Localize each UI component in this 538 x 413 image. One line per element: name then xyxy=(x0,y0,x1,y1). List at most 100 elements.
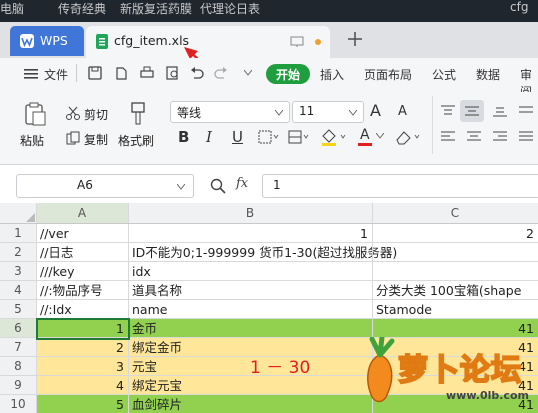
print-preview-icon[interactable] xyxy=(166,66,180,80)
column-header-c[interactable]: C xyxy=(372,203,538,223)
cut-button[interactable]: 剪切 xyxy=(84,106,108,123)
format-painter-icon[interactable] xyxy=(128,102,148,126)
menu-data[interactable]: 数据 xyxy=(476,66,500,83)
copy-button[interactable]: 复制 xyxy=(84,131,108,148)
tab-wps[interactable]: WPS xyxy=(10,26,84,56)
menu-insert[interactable]: 插入 xyxy=(320,66,344,83)
row-header[interactable]: 6 xyxy=(0,319,36,338)
fx-icon[interactable]: fx xyxy=(236,176,248,191)
select-all-icon[interactable] xyxy=(26,213,35,222)
align-middle-icon xyxy=(465,106,479,116)
align-middle-button[interactable] xyxy=(460,100,484,122)
shrink-font-button[interactable]: A xyxy=(398,104,407,119)
font-size-value: 11 xyxy=(299,104,315,118)
align-right-icon[interactable] xyxy=(492,130,508,144)
row-header[interactable]: 10 xyxy=(0,395,36,413)
cell-a[interactable]: ///key xyxy=(40,262,124,281)
cell-a[interactable]: //日志 xyxy=(40,243,124,262)
cell-b[interactable]: 血剑碎片 xyxy=(132,395,368,413)
row-header[interactable]: 1 xyxy=(0,224,36,243)
desktop-text: cfg xyxy=(510,0,529,14)
font-size-select[interactable]: 11 xyxy=(292,101,364,123)
wps-logo-icon xyxy=(20,34,34,48)
menu-start-pill[interactable]: 开始 xyxy=(266,64,310,84)
fill-color-icon[interactable] xyxy=(320,128,348,146)
grow-font-button[interactable]: A xyxy=(370,101,381,120)
table-row: 1//ver 1 2 xyxy=(0,224,538,243)
formula-input[interactable]: 1 xyxy=(262,174,538,198)
row-header[interactable]: 4 xyxy=(0,281,36,300)
annotation-range: 1 － 30 xyxy=(250,358,311,378)
font-color-button[interactable]: A xyxy=(358,127,386,147)
row-header[interactable]: 2 xyxy=(0,243,36,262)
italic-button[interactable]: I xyxy=(206,128,212,146)
chevron-down-icon[interactable] xyxy=(244,70,252,76)
row-header[interactable]: 7 xyxy=(0,338,36,357)
chevron-down-icon xyxy=(275,110,283,116)
name-box-value: A6 xyxy=(77,178,93,192)
align-left-icon[interactable] xyxy=(440,130,456,144)
underline-button[interactable]: U xyxy=(232,128,243,146)
cell-a[interactable]: 2 xyxy=(40,338,124,357)
cell-a[interactable]: 4 xyxy=(40,376,124,395)
eraser-icon[interactable] xyxy=(394,128,422,146)
selected-cell[interactable] xyxy=(36,318,130,340)
column-header-b[interactable]: B xyxy=(128,203,372,223)
menu-formula[interactable]: 公式 xyxy=(432,66,456,83)
align-bottom-icon[interactable] xyxy=(492,104,508,118)
cell-a[interactable]: //:Idx xyxy=(40,300,124,319)
cell-b[interactable]: idx xyxy=(132,262,368,281)
cell-a[interactable]: //:物品序号 xyxy=(40,281,124,300)
new-tab-icon[interactable] xyxy=(346,30,364,48)
row-header[interactable]: 9 xyxy=(0,376,36,395)
cell-c[interactable]: Stamode xyxy=(376,300,534,319)
border-icon[interactable] xyxy=(258,130,280,144)
scissors-icon[interactable] xyxy=(66,106,80,120)
cell-b[interactable]: name xyxy=(132,300,368,319)
font-name-select[interactable]: 等线 xyxy=(170,101,290,123)
hamburger-icon[interactable] xyxy=(24,68,38,80)
grid-line xyxy=(0,223,538,224)
name-box[interactable]: A6 xyxy=(16,174,194,198)
font-color-letter: A xyxy=(360,127,370,143)
copy-icon[interactable] xyxy=(66,131,80,145)
undo-icon[interactable] xyxy=(190,66,204,80)
save-icon[interactable] xyxy=(88,66,102,80)
row-header[interactable]: 5 xyxy=(0,300,36,319)
cell-a[interactable]: //ver xyxy=(40,224,124,243)
watermark-title: 萝卜论坛 xyxy=(397,352,522,389)
cell-c[interactable]: 2 xyxy=(376,224,534,243)
monitor-icon[interactable] xyxy=(290,36,304,48)
align-top-icon[interactable] xyxy=(440,104,456,118)
cell-b[interactable]: 1 xyxy=(132,224,368,243)
divider xyxy=(432,96,433,154)
merge-cells-icon[interactable] xyxy=(288,130,310,144)
cell-b[interactable]: ID不能为0;1-999999 货币1-30(超过找服务器) xyxy=(132,243,532,262)
divider xyxy=(76,64,77,82)
paste-icon[interactable] xyxy=(24,102,46,126)
menu-file[interactable]: 文件 xyxy=(44,66,68,83)
cell-b[interactable]: 金币 xyxy=(132,319,368,338)
zoom-icon[interactable] xyxy=(210,178,226,194)
cell-a[interactable]: 3 xyxy=(40,357,124,376)
justify-icon[interactable] xyxy=(518,130,534,144)
row-header[interactable]: 8 xyxy=(0,357,36,376)
align-center-icon[interactable] xyxy=(466,130,482,144)
bold-button[interactable]: B xyxy=(178,128,189,146)
row-header[interactable]: 3 xyxy=(0,262,36,281)
cell-b[interactable]: 道具名称 xyxy=(132,281,368,300)
spreadsheet-file-icon xyxy=(96,34,108,49)
cell-c[interactable]: 分类大类 100宝箱(shape xyxy=(376,281,538,300)
wrap-icon[interactable] xyxy=(518,104,534,118)
unsaved-dot-icon xyxy=(315,39,321,45)
menu-page-layout[interactable]: 页面布局 xyxy=(364,66,412,83)
cell-b[interactable]: 绑定元宝 xyxy=(132,376,368,395)
cell-a[interactable]: 5 xyxy=(40,395,124,413)
print-icon[interactable] xyxy=(140,66,154,80)
column-header-a[interactable]: A xyxy=(36,203,128,223)
export-icon[interactable] xyxy=(114,66,128,80)
desktop-text: 代理论日表 xyxy=(200,2,261,16)
paste-label[interactable]: 粘贴 xyxy=(20,132,44,149)
format-painter-label[interactable]: 格式刷 xyxy=(118,132,154,149)
redo-icon[interactable] xyxy=(214,66,228,80)
